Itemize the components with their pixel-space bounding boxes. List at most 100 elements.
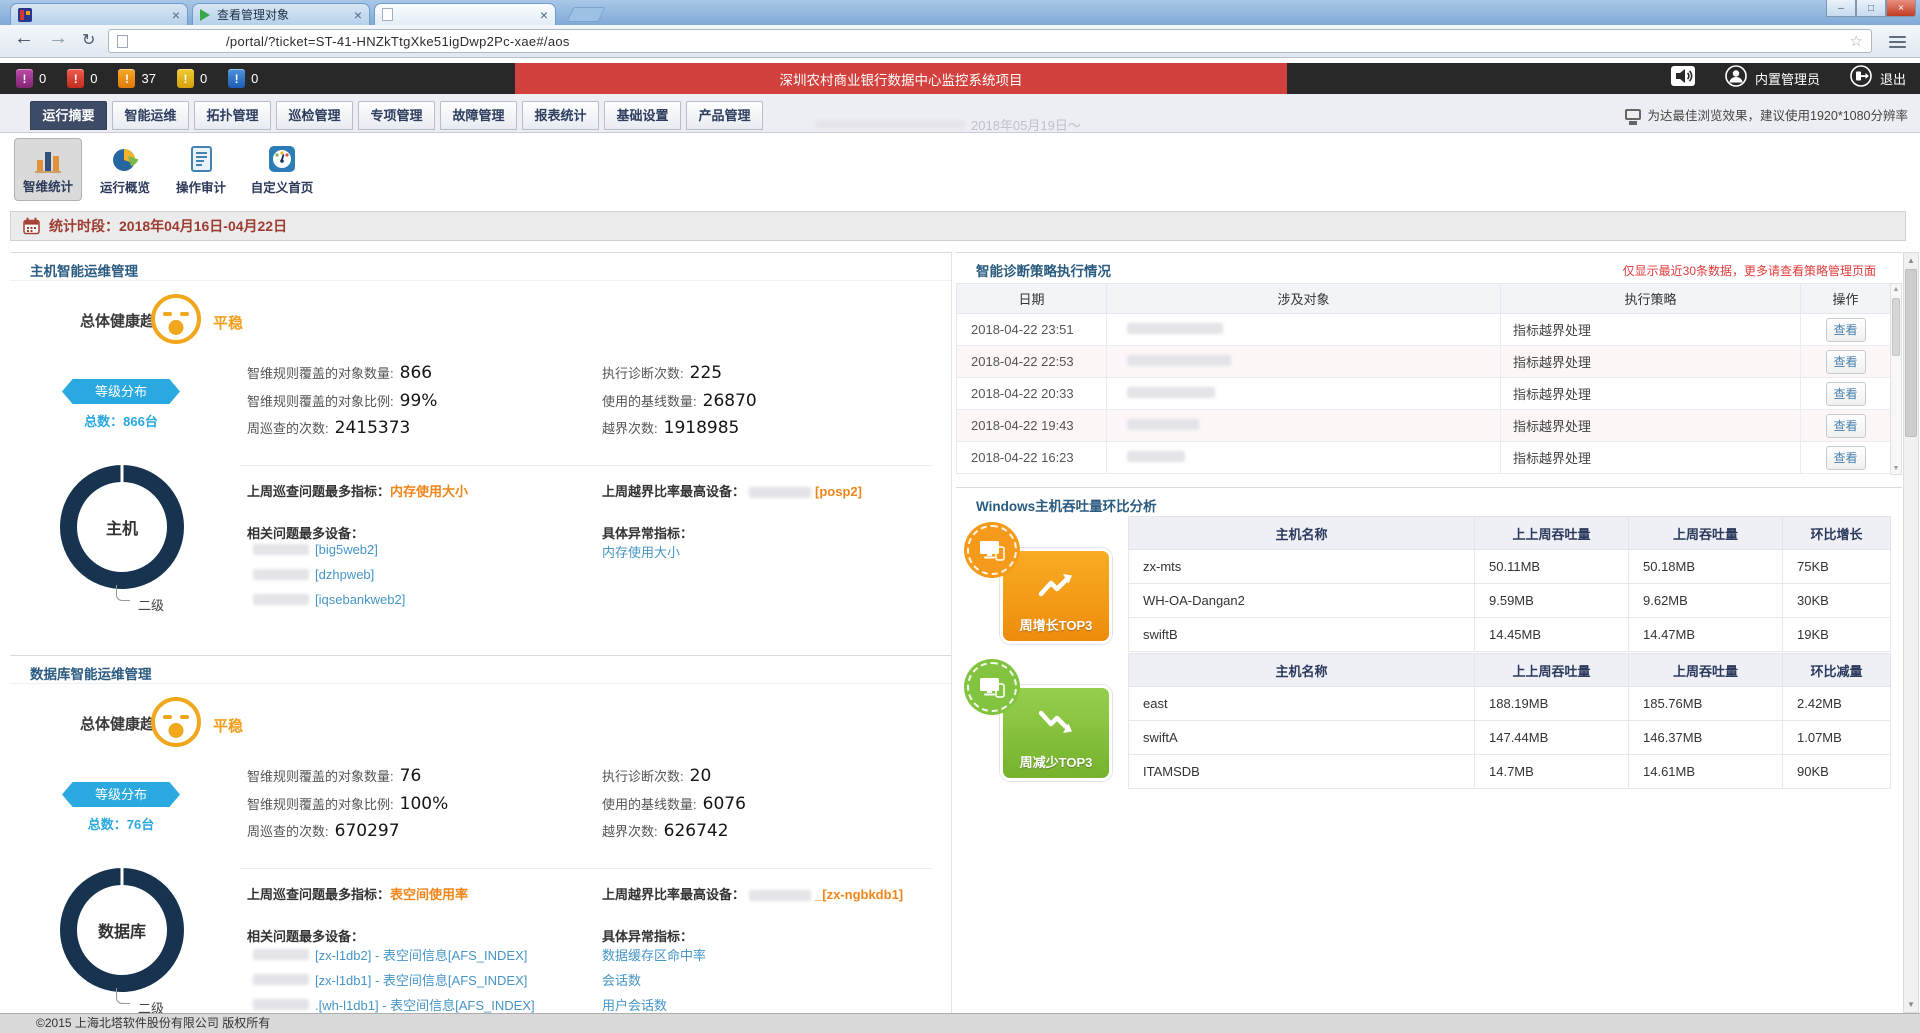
table-row[interactable]: swiftA147.44MB146.37MB1.07MB [1129, 721, 1891, 755]
scroll-up-icon[interactable]: ▲ [1904, 256, 1918, 265]
reload-icon[interactable]: ↻ [82, 30, 95, 50]
top-issue-metric: 上周巡查问题最多指标：内存使用大小 [247, 481, 468, 500]
browser-menu-icon[interactable] [1889, 36, 1906, 48]
device-link-row: .[wh-l1db1] - 表空间信息[AFS_INDEX] [253, 995, 535, 1013]
nav-tab-yunxing-zhaiyao[interactable]: 运行摘要 [30, 101, 107, 130]
panel-title: 主机智能运维管理 [30, 260, 138, 280]
quick-item-zidingyi-shouye[interactable]: 自定义首页 [248, 138, 316, 201]
table-row[interactable]: 2018-04-22 22:53 指标越界处理 查看 [957, 346, 1891, 378]
alert-badge-critical[interactable]: ! 0 [16, 69, 46, 88]
table-row[interactable]: 2018-04-22 19:43 指标越界处理 查看 [957, 410, 1891, 442]
device-link[interactable]: [zx-l1db2] - 表空间信息[AFS_INDEX] [315, 945, 527, 964]
tab-close-icon[interactable]: × [172, 8, 180, 22]
quick-item-caozuo-shenji[interactable]: 操作审计 [167, 138, 235, 201]
browser-tab-3-active[interactable]: × [374, 3, 556, 25]
user-icon [1725, 65, 1747, 92]
alert-badge-minor[interactable]: ! 37 [118, 69, 155, 88]
table-row[interactable]: 2018-04-22 16:23 指标越界处理 查看 [957, 442, 1891, 474]
logout-icon[interactable] [1850, 65, 1872, 92]
stat-covered-count: 智维规则覆盖的对象数量:866 [247, 363, 432, 383]
table-row[interactable]: east188.19MB185.76MB2.42MB [1129, 687, 1891, 721]
logout-label[interactable]: 退出 [1880, 69, 1906, 88]
tab-close-icon[interactable]: × [354, 8, 362, 22]
announcement-speaker-icon[interactable] [1671, 66, 1695, 91]
col-header-policy: 执行策略 [1501, 284, 1801, 314]
nav-tab-jichu-shezhi[interactable]: 基础设置 [604, 101, 681, 130]
metric-link[interactable]: 用户会话数 [602, 995, 667, 1013]
exclamation-icon: ! [16, 69, 33, 88]
close-button[interactable]: × [1886, 0, 1916, 17]
period-text: 统计时段：2018年04月16日-04月22日 [49, 216, 287, 236]
scrollbar-thumb[interactable] [1892, 298, 1900, 356]
minimize-button[interactable]: – [1826, 0, 1856, 17]
bookmark-star-icon[interactable]: ☆ [1850, 32, 1863, 50]
zigzag-down-arrow-icon [1038, 708, 1074, 736]
scroll-down-icon[interactable]: ▼ [1904, 1000, 1918, 1009]
table-scrollbar[interactable]: ▲ ▼ [1890, 283, 1902, 475]
license-notice: 2018年05月19日～ [815, 115, 1081, 133]
current-user-label[interactable]: 内置管理员 [1755, 69, 1820, 88]
tab-title: 查看管理对象 [217, 6, 354, 23]
table-row[interactable]: zx-mts50.11MB50.18MB75KB [1129, 550, 1891, 584]
quick-menu: 智维统计 运行概览 操作审计 自定义首页 [0, 133, 1920, 205]
alert-badge-warning[interactable]: ! 0 [177, 69, 207, 88]
quick-item-yunxing-gailan[interactable]: 运行概览 [91, 138, 159, 201]
alert-status-bar: ! 0 ! 0 ! 37 ! 0 ! 0 深圳农村商业银行数据中心监控系统项目 [0, 63, 1920, 94]
device-link[interactable]: [iqsebankweb2] [315, 592, 405, 607]
view-button[interactable]: 查看 [1826, 446, 1866, 470]
table-row[interactable]: WH-OA-Dangan29.59MB9.62MB30KB [1129, 584, 1891, 618]
back-icon[interactable]: ← [14, 27, 34, 50]
quick-item-zhiwei-tongji[interactable]: 智维统计 [14, 138, 82, 201]
related-devices-label: 相关问题最多设备： [247, 926, 364, 945]
stat-diagnosis-count: 执行诊断次数:225 [602, 363, 722, 383]
metric-link[interactable]: 内存使用大小 [602, 542, 680, 561]
table-row[interactable]: swiftB14.45MB14.47MB19KB [1129, 618, 1891, 652]
alert-badge-major[interactable]: ! 0 [67, 69, 97, 88]
nav-tab-guzhang-guanli[interactable]: 故障管理 [440, 101, 517, 130]
tab-close-icon[interactable]: × [540, 8, 548, 22]
page-icon [117, 35, 128, 48]
device-link[interactable]: [dzhpweb] [315, 567, 374, 582]
url-text: /portal/?ticket=ST-41-HNZkTtgXke51igDwp2… [226, 34, 570, 49]
exclamation-icon: ! [118, 69, 135, 88]
copyright-text: ©2015 上海北塔软件股份有限公司 版权所有 [36, 1014, 270, 1032]
maximize-button[interactable]: □ [1856, 0, 1886, 17]
nav-tab-zhuanxiang-guanli[interactable]: 专项管理 [358, 101, 435, 130]
device-link[interactable]: [zx-l1db1] - 表空间信息[AFS_INDEX] [315, 970, 527, 989]
nav-tab-tuopu-guanli[interactable]: 拓扑管理 [194, 101, 271, 130]
table-row[interactable]: 2018-04-22 23:51 指标越界处理 查看 [957, 314, 1891, 346]
table-row[interactable]: 2018-04-22 20:33 指标越界处理 查看 [957, 378, 1891, 410]
nav-tab-zhineng-yunwei[interactable]: 智能运维 [112, 101, 189, 130]
nav-tab-xunjian-guanli[interactable]: 巡检管理 [276, 101, 353, 130]
device-link[interactable]: [big5web2] [315, 542, 378, 557]
metric-link[interactable]: 会话数 [602, 970, 641, 989]
table-row[interactable]: ITAMSDB14.7MB14.61MB90KB [1129, 755, 1891, 789]
policy-table: 日期 涉及对象 执行策略 操作 2018-04-22 23:51 指标越界处理 … [956, 283, 1891, 474]
col-header-action: 操作 [1801, 284, 1891, 314]
forward-icon[interactable]: → [48, 27, 68, 50]
metric-link[interactable]: 数据缓存区命中率 [602, 945, 706, 964]
browser-tab-2[interactable]: 查看管理对象 × [192, 3, 370, 25]
col-header-object: 涉及对象 [1107, 284, 1501, 314]
stat-covered-count: 智维规则覆盖的对象数量:76 [247, 766, 421, 786]
browser-tab-1[interactable]: × [10, 3, 188, 25]
view-button[interactable]: 查看 [1826, 382, 1866, 406]
level-distribution-ribbon: 等级分布 [62, 782, 180, 807]
nav-tab-baobiao-tongji[interactable]: 报表统计 [522, 101, 599, 130]
view-button[interactable]: 查看 [1826, 318, 1866, 342]
alert-badge-info[interactable]: ! 0 [228, 69, 258, 88]
address-bar[interactable]: /portal/?ticket=ST-41-HNZkTtgXke51igDwp2… [108, 29, 1872, 53]
nav-tab-chanpin-guanli[interactable]: 产品管理 [686, 101, 763, 130]
scroll-down-icon[interactable]: ▼ [1891, 465, 1901, 472]
view-button[interactable]: 查看 [1826, 350, 1866, 374]
stat-week-patrols: 周巡查的次数:2415373 [247, 418, 410, 438]
scroll-up-icon[interactable]: ▲ [1891, 286, 1901, 293]
new-tab-button[interactable] [567, 7, 606, 22]
stat-covered-ratio: 智维规则覆盖的对象比例:99% [247, 391, 437, 411]
scrollbar-thumb[interactable] [1905, 269, 1917, 437]
device-link[interactable]: .[wh-l1db1] - 表空间信息[AFS_INDEX] [315, 995, 535, 1013]
page-scrollbar[interactable]: ▲ ▼ [1903, 252, 1919, 1013]
view-button[interactable]: 查看 [1826, 414, 1866, 438]
exclamation-icon: ! [67, 69, 84, 88]
stat-baseline-count: 使用的基线数量:26870 [602, 391, 757, 411]
